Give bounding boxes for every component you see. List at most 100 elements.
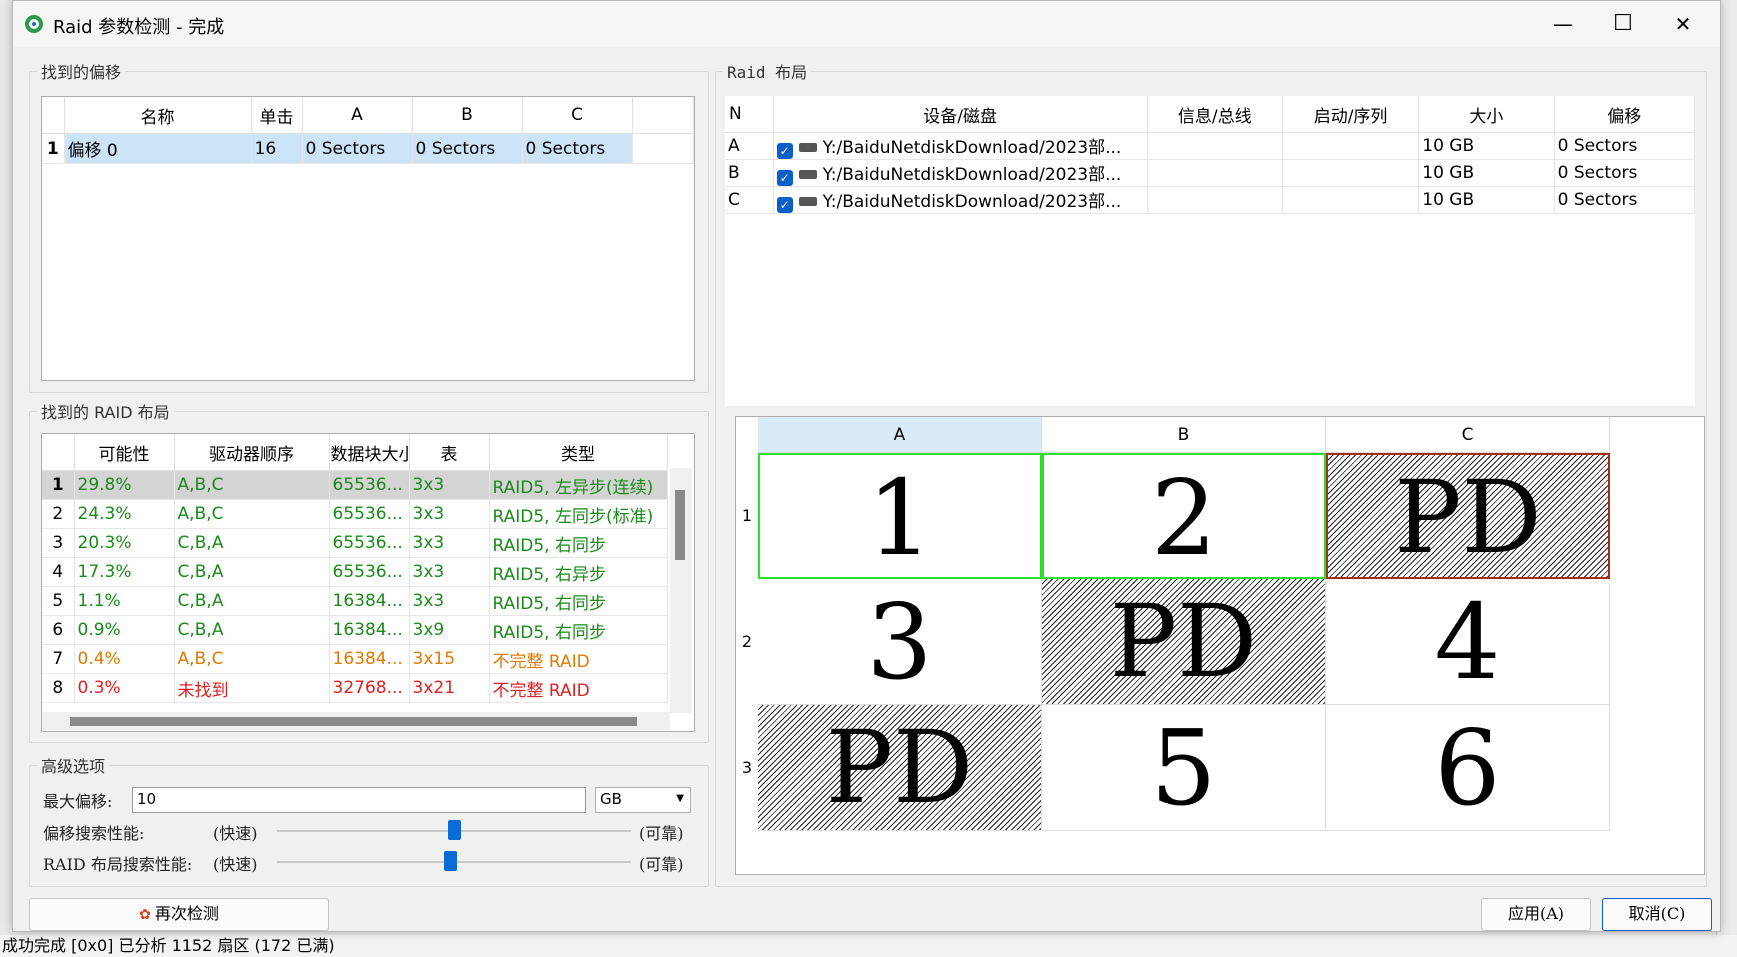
offset-perf-slider-thumb[interactable] (448, 820, 461, 840)
layouts-vertical-scrollbar[interactable] (670, 468, 692, 713)
raid-layout-row[interactable]: 2 24.3% A,B,C 65536... 3x3 RAID5, 左同步(标准) (42, 499, 668, 529)
raid-layout-cell-table: 3x9 (409, 615, 490, 645)
checkbox-icon[interactable]: ✓ (776, 143, 793, 159)
max-offset-label: 最大偏移: (43, 792, 113, 811)
raid-layout-row-num: 7 (42, 644, 75, 674)
block-cell-label: 6 (1434, 707, 1501, 829)
disk-row-boot (1282, 132, 1420, 160)
layouts-vertical-scroll-thumb[interactable] (675, 490, 685, 560)
grid-row-header: 1 (741, 506, 753, 525)
raid-layout-row[interactable]: 3 20.3% C,B,A 65536... 3x3 RAID5, 右同步 (42, 528, 668, 558)
raid-layout-cell-table: 3x3 (409, 586, 490, 616)
data-block-cell[interactable]: 2 (1042, 453, 1326, 579)
layouts-col-prob[interactable]: 可能性 (74, 434, 175, 471)
offsets-col-filler (632, 97, 694, 134)
data-block-cell[interactable]: 3 (758, 579, 1042, 705)
parity-block-cell[interactable]: PD (1326, 453, 1610, 579)
disk-row-device[interactable]: ✓ Y:/BaiduNetdiskDownload/2023部... (773, 132, 1148, 160)
raid-layout-cell-block: 16384... (329, 586, 410, 616)
raid-layout-row-num: 3 (42, 528, 75, 558)
raid-layout-cell-order: 未找到 (174, 673, 330, 703)
raid-layout-cell-type: RAID5, 右同步 (489, 586, 668, 616)
disk-row[interactable]: C ✓ Y:/BaiduNetdiskDownload/2023部... 10 GB 0… (725, 186, 1695, 214)
app-icon (25, 15, 43, 33)
raid-layout-row[interactable]: 6 0.9% C,B,A 16384... 3x9 RAID5, 右同步 (42, 615, 668, 645)
disks-col-size[interactable]: 大小 (1418, 96, 1555, 133)
cancel-button[interactable]: 取消(C) (1602, 898, 1712, 931)
disk-drive-icon (798, 197, 817, 206)
disk-row-device[interactable]: ✓ Y:/BaiduNetdiskDownload/2023部... (773, 159, 1148, 187)
disks-col-info[interactable]: 信息/总线 (1147, 96, 1283, 133)
maximize-button[interactable]: ☐ (1603, 9, 1643, 39)
disk-device-path: Y:/BaiduNetdiskDownload/2023部... (822, 138, 1122, 158)
raid-layout-row-num: 8 (42, 673, 75, 703)
offset-perf-reliable-label: (可靠) (639, 824, 684, 843)
disk-row[interactable]: A ✓ Y:/BaiduNetdiskDownload/2023部... 10 GB 0… (725, 132, 1695, 160)
raid-layout-cell-prob: 17.3% (74, 557, 175, 587)
block-cell-label: 5 (1150, 707, 1217, 829)
layouts-col-order[interactable]: 驱动器顺序 (174, 434, 330, 471)
checkbox-icon[interactable]: ✓ (776, 197, 793, 213)
apply-button[interactable]: 应用(A) (1481, 898, 1591, 931)
background-status-bar: 成功完成 [0x0] 已分析 1152 扇区 (172 已满) (0, 935, 1737, 957)
raid-layout-cell-block: 32768... (329, 673, 410, 703)
offsets-row[interactable]: 1 偏移 0 16 0 Sectors 0 Sectors 0 Sectors (42, 133, 694, 164)
parity-block-cell[interactable]: PD (758, 705, 1042, 831)
max-offset-input[interactable]: 10 (132, 787, 586, 813)
grid-column-header: A (758, 417, 1042, 453)
disk-row-offset: 0 Sectors (1554, 159, 1695, 187)
disk-drive-icon (798, 143, 817, 152)
layouts-col-block[interactable]: 数据块大小 (329, 434, 410, 471)
disk-row-device[interactable]: ✓ Y:/BaiduNetdiskDownload/2023部... (773, 186, 1148, 214)
layouts-horizontal-scrollbar[interactable] (42, 712, 670, 730)
disks-col-device[interactable]: 设备/磁盘 (773, 96, 1148, 133)
offsets-col-a[interactable]: A (302, 97, 413, 134)
grid-row-header: 2 (741, 632, 753, 651)
raid-layout-row[interactable]: 1 29.8% A,B,C 65536... 3x3 RAID5, 左异步(连续) (42, 470, 668, 500)
disks-col-n[interactable]: N (725, 96, 774, 133)
offsets-col-b[interactable]: B (412, 97, 523, 134)
advanced-group-title: 高级选项 (37, 753, 110, 777)
raid-layout-cell-type: RAID5, 左同步(标准) (489, 499, 668, 529)
disk-row-offset: 0 Sectors (1554, 186, 1695, 214)
parity-block-cell[interactable]: PD (1042, 579, 1326, 705)
data-block-cell[interactable]: 6 (1326, 705, 1610, 831)
redetect-button[interactable]: ✿ 再次检测 (29, 898, 329, 931)
offsets-col-name[interactable]: 名称 (64, 97, 252, 134)
minimize-button[interactable]: — (1543, 9, 1583, 39)
disk-row-info (1147, 132, 1283, 160)
layouts-col-type[interactable]: 类型 (489, 434, 668, 471)
checkbox-icon[interactable]: ✓ (776, 170, 793, 186)
raid-layout-row-num: 5 (42, 586, 75, 616)
disks-col-boot[interactable]: 启动/序列 (1282, 96, 1420, 133)
data-block-cell[interactable]: 5 (1042, 705, 1326, 831)
offsets-row-c: 0 Sectors (522, 133, 633, 164)
raid-layout-cell-type: RAID5, 右同步 (489, 528, 668, 558)
offsets-col-c[interactable]: C (522, 97, 633, 134)
block-cell-label: PD (1109, 583, 1258, 700)
raid-layout-row[interactable]: 7 0.4% A,B,C 16384... 3x15 不完整 RAID (42, 644, 668, 674)
offsets-row-num: 1 (42, 133, 65, 164)
offsets-row-name: 偏移 0 (64, 133, 252, 164)
data-block-cell[interactable]: 4 (1326, 579, 1610, 705)
layouts-horizontal-scroll-thumb[interactable] (70, 717, 637, 726)
layouts-col-table[interactable]: 表 (409, 434, 490, 471)
offsets-col-click[interactable]: 单击 (251, 97, 303, 134)
raid-layout-row[interactable]: 5 1.1% C,B,A 16384... 3x3 RAID5, 右同步 (42, 586, 668, 616)
raid-layout-row[interactable]: 8 0.3% 未找到 32768... 3x21 不完整 RAID (42, 673, 668, 703)
raid-layout-cell-prob: 0.4% (74, 644, 175, 674)
raid-layout-row-num: 2 (42, 499, 75, 529)
unit-select[interactable]: GB ▼ (595, 787, 691, 813)
offsets-table: 名称 单击 A B C 1 偏移 0 16 0 Sectors 0 Sector… (42, 97, 694, 164)
raid-layout-cell-prob: 0.3% (74, 673, 175, 703)
disks-col-offset[interactable]: 偏移 (1554, 96, 1695, 133)
raid-perf-slider-thumb[interactable] (444, 851, 458, 871)
raid-layout-cell-table: 3x3 (409, 470, 490, 500)
raid-layout-cell-prob: 24.3% (74, 499, 175, 529)
data-block-cell[interactable]: 1 (758, 453, 1042, 579)
close-button[interactable]: ✕ (1663, 9, 1703, 39)
window-title: Raid 参数检测 - 完成 (53, 17, 225, 38)
disk-row[interactable]: B ✓ Y:/BaiduNetdiskDownload/2023部... 10 GB 0… (725, 159, 1695, 187)
raid-layout-group-title: Raid 布局 (723, 59, 812, 83)
raid-layout-row[interactable]: 4 17.3% C,B,A 65536... 3x3 RAID5, 右异步 (42, 557, 668, 587)
